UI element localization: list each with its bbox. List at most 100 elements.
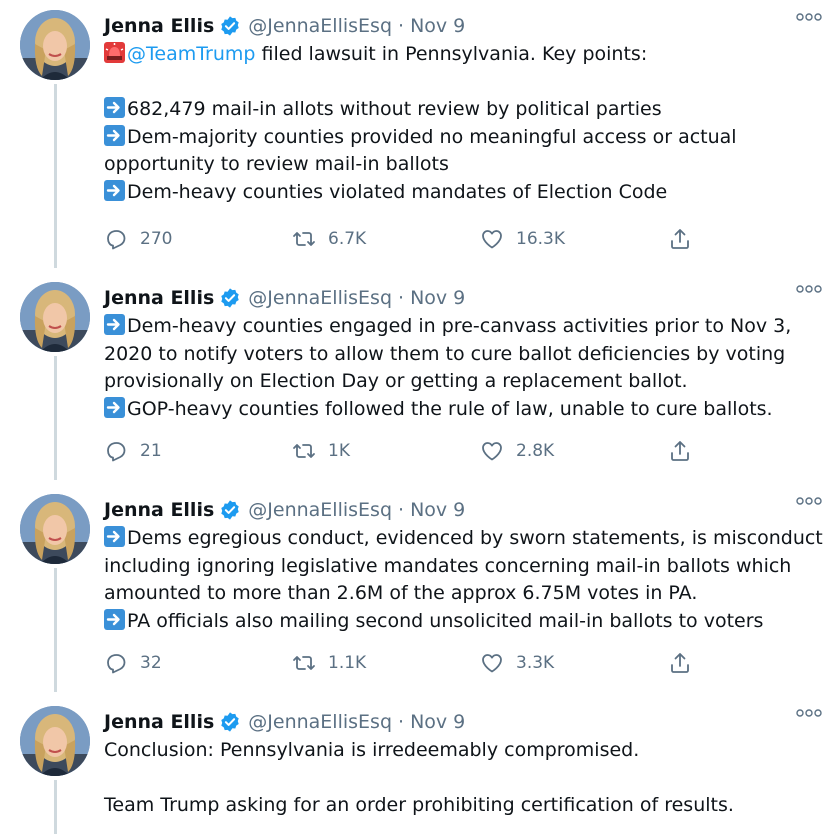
retweet-icon — [292, 651, 328, 675]
reply-icon — [104, 227, 140, 251]
author-handle[interactable]: @JennaEllisEsq — [248, 499, 392, 521]
like-button[interactable]: 3.3K — [480, 651, 668, 675]
heart-icon — [480, 227, 516, 251]
line-text: Dem-majority counties provided no meanin… — [127, 125, 737, 148]
author-name[interactable]: Jenna Ellis — [104, 15, 214, 37]
reply-button[interactable]: 270 — [104, 227, 292, 251]
retweet-icon — [292, 439, 328, 463]
tweet-text-line: Dem-heavy counties engaged in pre-canvas… — [104, 313, 804, 341]
author-name[interactable]: Jenna Ellis — [104, 711, 214, 733]
tweet-content: Jenna Ellis @JennaEllisEsq · Nov 9 @TeamTrum… — [104, 12, 804, 206]
retweets-count: 1K — [328, 441, 350, 461]
verified-badge-icon — [219, 15, 241, 37]
separator-dot: · — [398, 711, 405, 733]
right-arrow-emoji-icon — [104, 97, 125, 118]
reply-icon — [104, 439, 140, 463]
retweets-count: 1.1K — [328, 653, 367, 673]
reply-button[interactable]: 32 — [104, 651, 292, 675]
share-button[interactable] — [668, 651, 704, 675]
retweet-button[interactable]: 6.7K — [292, 227, 480, 251]
tweet-actions: 21 1K 2.8K — [104, 436, 704, 466]
line-text: Team Trump asking for an order prohibiti… — [104, 794, 734, 816]
author-handle[interactable]: @JennaEllisEsq — [248, 711, 392, 733]
separator-dot: · — [398, 287, 405, 309]
line-text: opportunity to review mail-in ballots — [104, 153, 449, 175]
thread-connector-line — [54, 84, 57, 268]
thread-connector-line — [54, 780, 57, 834]
tweet-text-line: @TeamTrump filed lawsuit in Pennsylvania… — [104, 41, 804, 69]
tweet-text-line: 2020 to notify voters to allow them to c… — [104, 341, 804, 369]
tweet-actions: 270 6.7K 16.3K — [104, 224, 704, 254]
avatar[interactable] — [20, 706, 90, 776]
line-text: 682,479 mail-in allots without review by… — [127, 98, 662, 120]
tweet-text: Conclusion: Pennsylvania is irredeemably… — [104, 737, 804, 820]
right-arrow-emoji-icon — [104, 608, 125, 630]
separator-dot: · — [398, 15, 405, 37]
heart-icon — [480, 439, 516, 463]
line-text: Conclusion: Pennsylvania is irredeemably… — [104, 739, 640, 761]
reply-button[interactable]: 21 — [104, 439, 292, 463]
share-icon — [668, 439, 704, 463]
verified-badge-icon — [219, 499, 241, 521]
tweet-text-line: Dems egregious conduct, evidenced by swo… — [104, 525, 823, 553]
tweet-text-line: opportunity to review mail-in ballots — [104, 151, 804, 179]
tweet-text-line: Team Trump asking for an order prohibiti… — [104, 792, 804, 820]
author-name[interactable]: Jenna Ellis — [104, 499, 214, 521]
author-handle[interactable]: @JennaEllisEsq — [248, 15, 392, 37]
likes-count: 2.8K — [516, 441, 555, 461]
line-text: 2020 to notify voters to allow them to c… — [104, 342, 786, 365]
likes-count: 16.3K — [516, 229, 565, 249]
right-arrow-emoji-icon — [104, 179, 125, 201]
share-button[interactable] — [668, 227, 704, 251]
line-text: including ignoring legislative mandates … — [104, 554, 792, 577]
retweet-button[interactable]: 1.1K — [292, 651, 480, 675]
retweets-count: 6.7K — [328, 229, 367, 249]
heart-icon — [480, 651, 516, 675]
tweet-header: Jenna Ellis @JennaEllisEsq · Nov 9 — [104, 12, 804, 40]
tweet-text-line: Dem-heavy counties violated mandates of … — [104, 179, 804, 207]
right-arrow-emoji-icon — [104, 124, 125, 146]
replies-count: 270 — [140, 229, 173, 249]
author-handle[interactable]: @JennaEllisEsq — [248, 287, 392, 309]
tweet-text: Dem-heavy counties engaged in pre-canvas… — [104, 313, 804, 423]
tweet-text-line: 682,479 mail-in allots without review by… — [104, 96, 804, 124]
tweet-content: Jenna Ellis @JennaEllisEsq · Nov 9 Conclusio… — [104, 708, 804, 820]
line-text: Dem-heavy counties engaged in pre-canvas… — [127, 315, 792, 337]
tweet-content: Jenna Ellis @JennaEllisEsq · Nov 9 Dem-heavy… — [104, 284, 804, 423]
avatar[interactable] — [20, 282, 90, 352]
like-button[interactable]: 16.3K — [480, 227, 668, 251]
share-icon — [668, 651, 704, 675]
tweet-text: @TeamTrump filed lawsuit in Pennsylvania… — [104, 41, 804, 206]
tweet-header: Jenna Ellis @JennaEllisEsq · Nov 9 — [104, 708, 804, 736]
share-icon — [668, 227, 704, 251]
tweet-date[interactable]: Nov 9 — [410, 15, 465, 37]
right-arrow-emoji-icon — [104, 526, 125, 547]
reply-icon — [104, 651, 140, 675]
right-arrow-emoji-icon — [104, 396, 125, 418]
tweet-actions: 32 1.1K 3.3K — [104, 648, 704, 678]
line-text: provisionally on Election Day or getting… — [104, 370, 688, 392]
tweet-date[interactable]: Nov 9 — [410, 711, 465, 733]
tweet-date[interactable]: Nov 9 — [410, 287, 465, 309]
tweet-date[interactable]: Nov 9 — [410, 499, 465, 521]
line-text: Dems egregious conduct, evidenced by swo… — [127, 527, 823, 549]
thread-connector-line — [54, 568, 57, 692]
tweet-text: Dems egregious conduct, evidenced by swo… — [104, 525, 823, 635]
line-text: PA officials also mailing second unsolic… — [127, 609, 764, 632]
author-name[interactable]: Jenna Ellis — [104, 287, 214, 309]
retweet-button[interactable]: 1K — [292, 439, 480, 463]
verified-badge-icon — [219, 711, 241, 733]
share-button[interactable] — [668, 439, 704, 463]
avatar[interactable] — [20, 10, 90, 80]
tweet-header: Jenna Ellis @JennaEllisEsq · Nov 9 — [104, 496, 804, 524]
line-text: filed lawsuit in Pennsylvania. Key point… — [255, 43, 648, 65]
mention-link[interactable]: @TeamTrump — [127, 43, 255, 65]
verified-badge-icon — [219, 287, 241, 309]
like-button[interactable]: 2.8K — [480, 439, 668, 463]
tweet-content: Jenna Ellis @JennaEllisEsq · Nov 9 Dems egre… — [104, 496, 823, 635]
replies-count: 32 — [140, 653, 162, 673]
avatar[interactable] — [20, 494, 90, 564]
likes-count: 3.3K — [516, 653, 555, 673]
